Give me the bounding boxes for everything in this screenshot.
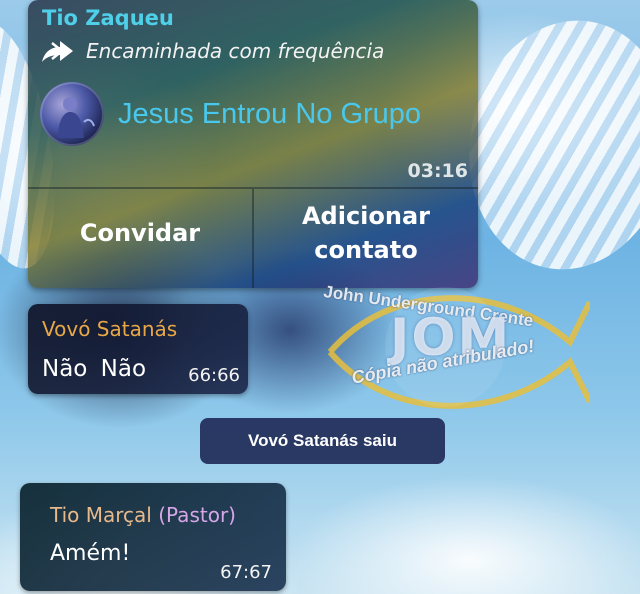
message-sender-name[interactable]: Tio Marçal (Pastor)	[50, 503, 236, 527]
avatar[interactable]	[40, 82, 104, 146]
message-timestamp: 66:66	[188, 365, 240, 386]
message-timestamp: 67:67	[220, 562, 272, 583]
message-text: Não Não	[42, 356, 147, 382]
forwarded-message-card[interactable]: Tio Zaqueu Encaminhada com frequência Je…	[28, 0, 478, 288]
message-timestamp: 03:16	[407, 160, 468, 182]
add-contact-label: Adicionar contato	[301, 201, 431, 264]
group-join-notice: Jesus Entrou No Grupo	[40, 82, 421, 146]
message-sender-name[interactable]: Vovó Satanás	[42, 317, 177, 341]
forwarded-label: Encaminhada com frequência	[86, 39, 385, 63]
angel-wing-right	[449, 4, 640, 286]
chat-message[interactable]: Tio Marçal (Pastor) Amém! 67:67	[20, 483, 286, 591]
join-message-text: Jesus Entrou No Grupo	[118, 97, 422, 130]
message-text: Amém!	[50, 541, 131, 566]
sender-name-text: Tio Marçal	[50, 503, 152, 527]
system-message-left-group: Vovó Satanás saiu	[200, 418, 445, 464]
person-figure-icon	[58, 97, 95, 138]
chat-message[interactable]: Vovó Satanás Não Não 66:66	[28, 304, 248, 394]
invite-button[interactable]: Convidar	[28, 189, 252, 288]
forwarded-indicator: Encaminhada com frequência	[40, 38, 384, 64]
message-sender-name[interactable]: Tio Zaqueu	[42, 6, 174, 30]
sender-role: (Pastor)	[158, 503, 236, 527]
forward-icon	[42, 41, 73, 62]
